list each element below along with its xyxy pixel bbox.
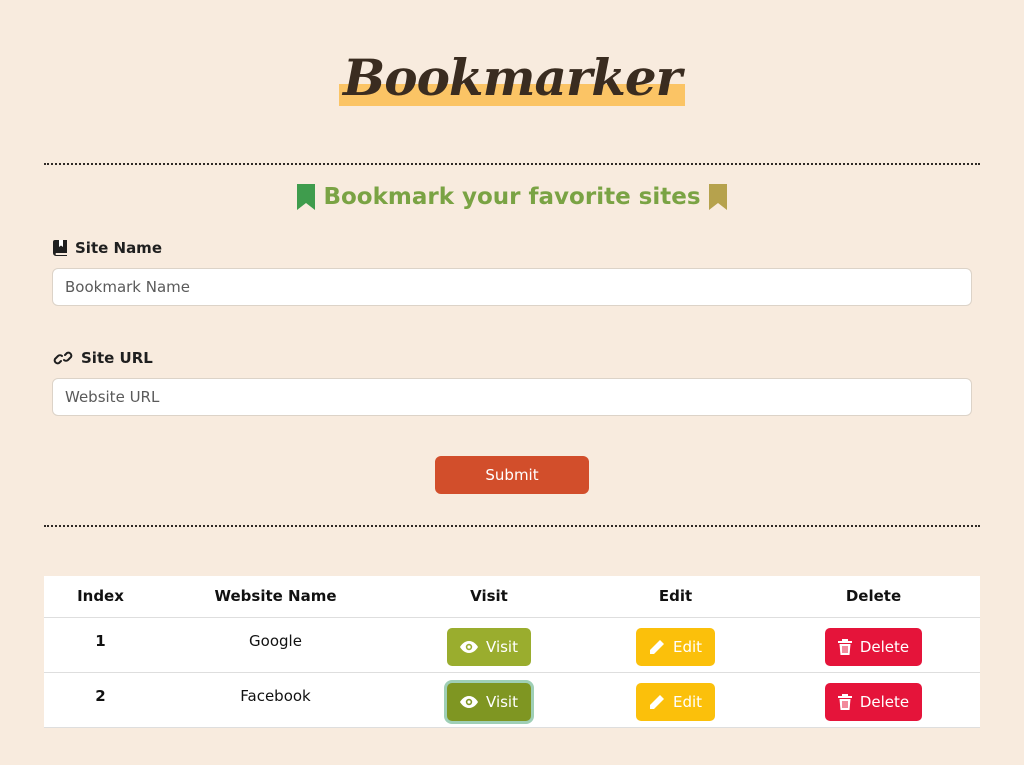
tagline: Bookmark your favorite sites [0, 182, 1024, 212]
row-index: 2 [44, 672, 157, 728]
row-delete-cell: Delete [767, 672, 980, 728]
bookmark-icon [297, 184, 316, 210]
site-name-input[interactable] [52, 268, 972, 306]
row-website-name: Facebook [157, 672, 394, 728]
row-edit-cell: Edit [584, 617, 767, 673]
eye-icon [460, 695, 479, 708]
row-website-name: Google [157, 617, 394, 673]
tagline-text: Bookmark your favorite sites [323, 184, 701, 210]
site-url-label-text: Site URL [81, 349, 153, 367]
site-name-label-text: Site Name [75, 239, 162, 257]
bottom-divider [44, 525, 980, 527]
visit-button[interactable]: Visit [447, 627, 531, 666]
header-index: Index [44, 576, 157, 618]
site-url-input[interactable] [52, 378, 972, 416]
edit-button-label: Edit [672, 637, 703, 656]
header-visit: Visit [394, 576, 584, 618]
row-edit-cell: Edit [584, 672, 767, 728]
book-icon [53, 240, 67, 256]
pencil-icon [649, 694, 665, 710]
trash-icon [837, 693, 852, 710]
bookmarks-table: Index Website Name Visit Edit Delete 1 G… [44, 576, 980, 728]
table-row: 2 Facebook Visit Edit Delete [44, 672, 980, 728]
eye-icon [460, 640, 479, 653]
edit-button[interactable]: Edit [635, 682, 716, 721]
site-url-label: Site URL [53, 349, 153, 367]
edit-button-label: Edit [672, 692, 703, 711]
row-visit-cell: Visit [394, 672, 584, 728]
delete-button-label: Delete [859, 637, 910, 656]
header-edit: Edit [584, 576, 767, 618]
header: Bookmarker [0, 48, 1024, 108]
submit-button[interactable]: Submit [435, 456, 589, 494]
app-logo: Bookmarker [338, 48, 686, 108]
visit-button-label: Visit [486, 692, 518, 711]
top-divider [44, 163, 980, 165]
visit-button-label: Visit [486, 637, 518, 656]
table-row: 1 Google Visit Edit Delete [44, 617, 980, 673]
pencil-icon [649, 639, 665, 655]
header-website-name: Website Name [157, 576, 394, 618]
edit-button[interactable]: Edit [635, 627, 716, 666]
delete-button[interactable]: Delete [824, 627, 923, 666]
header-delete: Delete [767, 576, 980, 618]
link-icon [53, 350, 73, 366]
row-visit-cell: Visit [394, 617, 584, 673]
table-header-row: Index Website Name Visit Edit Delete [44, 576, 980, 618]
logo-text: Bookmarker [342, 48, 682, 107]
visit-button[interactable]: Visit [447, 682, 531, 721]
site-name-label: Site Name [53, 239, 162, 257]
trash-icon [837, 638, 852, 655]
row-index: 1 [44, 617, 157, 673]
delete-button-label: Delete [859, 692, 910, 711]
row-delete-cell: Delete [767, 617, 980, 673]
delete-button[interactable]: Delete [824, 682, 923, 721]
bookmark-icon [708, 184, 727, 210]
